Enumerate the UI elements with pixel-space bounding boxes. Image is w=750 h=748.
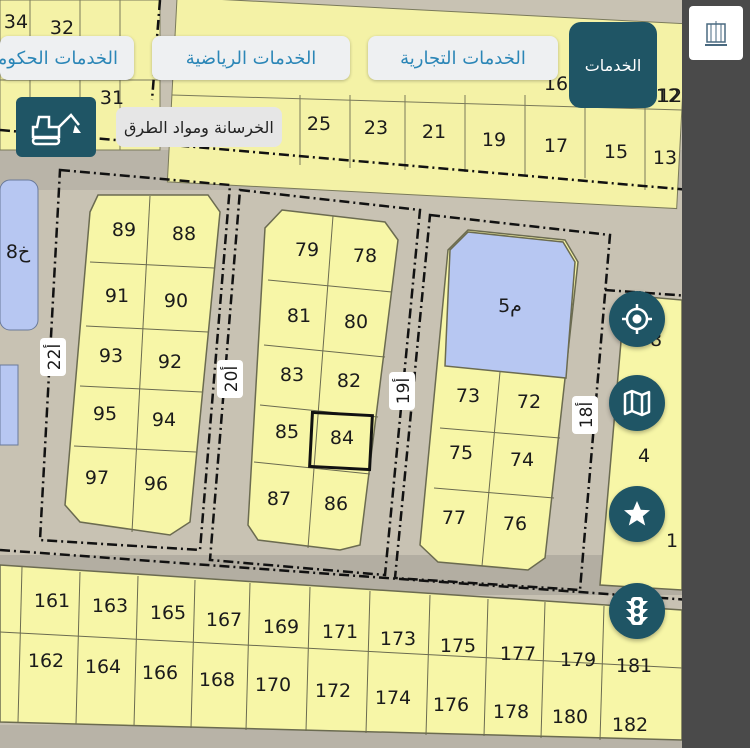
lot-number[interactable]: 17 [544, 135, 568, 157]
lot-number[interactable]: 4 [638, 445, 650, 467]
construction-label: الخرسانة ومواد الطرق [116, 107, 282, 147]
lot-number[interactable]: 170 [255, 674, 291, 696]
traffic-button[interactable] [609, 583, 665, 639]
lot-number[interactable]: 163 [92, 595, 128, 617]
excavator-icon [31, 113, 81, 146]
lot-number[interactable]: 73 [456, 385, 480, 407]
traffic-light-icon [626, 597, 648, 625]
lot-number[interactable]: 19 [482, 129, 506, 151]
lot-number[interactable]: 75 [449, 442, 473, 464]
lot-number[interactable]: 90 [164, 290, 188, 312]
lot-number[interactable]: 180 [552, 706, 588, 728]
chip-commercial-services[interactable]: الخدمات التجارية [368, 36, 558, 80]
lot-number[interactable]: 1 [666, 530, 678, 552]
lot-number[interactable]: 12 [656, 85, 680, 107]
lot-number[interactable]: 169 [263, 616, 299, 638]
lot-number[interactable]: 87 [267, 488, 291, 510]
lot-number[interactable]: 31 [100, 87, 124, 109]
layers-button[interactable] [609, 375, 665, 431]
lot-number[interactable]: 91 [105, 285, 129, 307]
lot-number[interactable]: 175 [440, 635, 476, 657]
left-park-label: 8خ [6, 241, 31, 263]
lot-number[interactable]: 173 [380, 628, 416, 650]
lot-number[interactable]: 167 [206, 609, 242, 631]
park-label: 5م [498, 295, 522, 317]
lot-number[interactable]: 164 [85, 656, 121, 678]
lot-number[interactable]: 25 [307, 113, 331, 135]
lot-number[interactable]: 166 [142, 662, 178, 684]
map-icon [623, 389, 651, 417]
lot-number[interactable]: 93 [99, 345, 123, 367]
lot-number[interactable]: 72 [517, 391, 541, 413]
road-label: 22أ [43, 344, 65, 370]
lot-number[interactable]: 82 [337, 370, 361, 392]
favorites-button[interactable] [609, 486, 665, 542]
lot-number[interactable]: 179 [560, 649, 596, 671]
lot-number[interactable]: 97 [85, 467, 109, 489]
construction-button[interactable] [16, 97, 96, 157]
lot-number[interactable]: 182 [612, 714, 648, 736]
lot-number[interactable]: 81 [287, 305, 311, 327]
lot-number[interactable]: 171 [322, 621, 358, 643]
lot-number[interactable]: 88 [172, 223, 196, 245]
chip-government-services[interactable]: الخدمات الحكومية [0, 36, 134, 80]
lot-number[interactable]: 34 [4, 11, 28, 33]
building-logo-icon [705, 21, 727, 46]
lot-number[interactable]: 13 [653, 147, 677, 169]
lot-number[interactable]: 74 [510, 449, 534, 471]
lot-number[interactable]: 80 [344, 311, 368, 333]
lot-number[interactable]: 161 [34, 590, 70, 612]
lot-number[interactable]: 85 [275, 421, 299, 443]
lot-number[interactable]: 95 [93, 403, 117, 425]
lot-number[interactable]: 165 [150, 602, 186, 624]
locate-button[interactable] [609, 291, 665, 347]
services-button[interactable]: الخدمات [569, 22, 657, 108]
lot-number[interactable]: 89 [112, 219, 136, 241]
lot-number[interactable]: 181 [616, 655, 652, 677]
lot-number[interactable]: 21 [422, 121, 446, 143]
lot-number[interactable]: 84 [330, 427, 354, 449]
lot-number[interactable]: 86 [324, 493, 348, 515]
lot-number[interactable]: 79 [295, 239, 319, 261]
lot-number[interactable]: 78 [353, 245, 377, 267]
lot-number[interactable]: 162 [28, 650, 64, 672]
lot-number[interactable]: 176 [433, 694, 469, 716]
lot-number[interactable]: 77 [442, 507, 466, 529]
star-icon [624, 501, 650, 526]
road-label: 18أ [575, 402, 597, 428]
lot-number[interactable]: 23 [364, 117, 388, 139]
lot-number[interactable]: 178 [493, 701, 529, 723]
lot-number[interactable]: 174 [375, 687, 411, 709]
lot-number[interactable]: 76 [503, 513, 527, 535]
lot-number[interactable]: 92 [158, 351, 182, 373]
lot-number[interactable]: 177 [500, 643, 536, 665]
lot-number[interactable]: 15 [604, 141, 628, 163]
app-logo [689, 6, 743, 60]
lot-number[interactable]: 172 [315, 680, 351, 702]
crosshair-icon [622, 304, 652, 334]
lot-number[interactable]: 168 [199, 669, 235, 691]
lot-number[interactable]: 83 [280, 364, 304, 386]
road-label: 20أ [220, 366, 242, 392]
right-sidebar [682, 0, 750, 748]
lot-number[interactable]: 94 [152, 409, 176, 431]
lot-number[interactable]: 96 [144, 473, 168, 495]
chip-sports-services[interactable]: الخدمات الرياضية [152, 36, 350, 80]
road-label: 19أ [392, 378, 414, 404]
